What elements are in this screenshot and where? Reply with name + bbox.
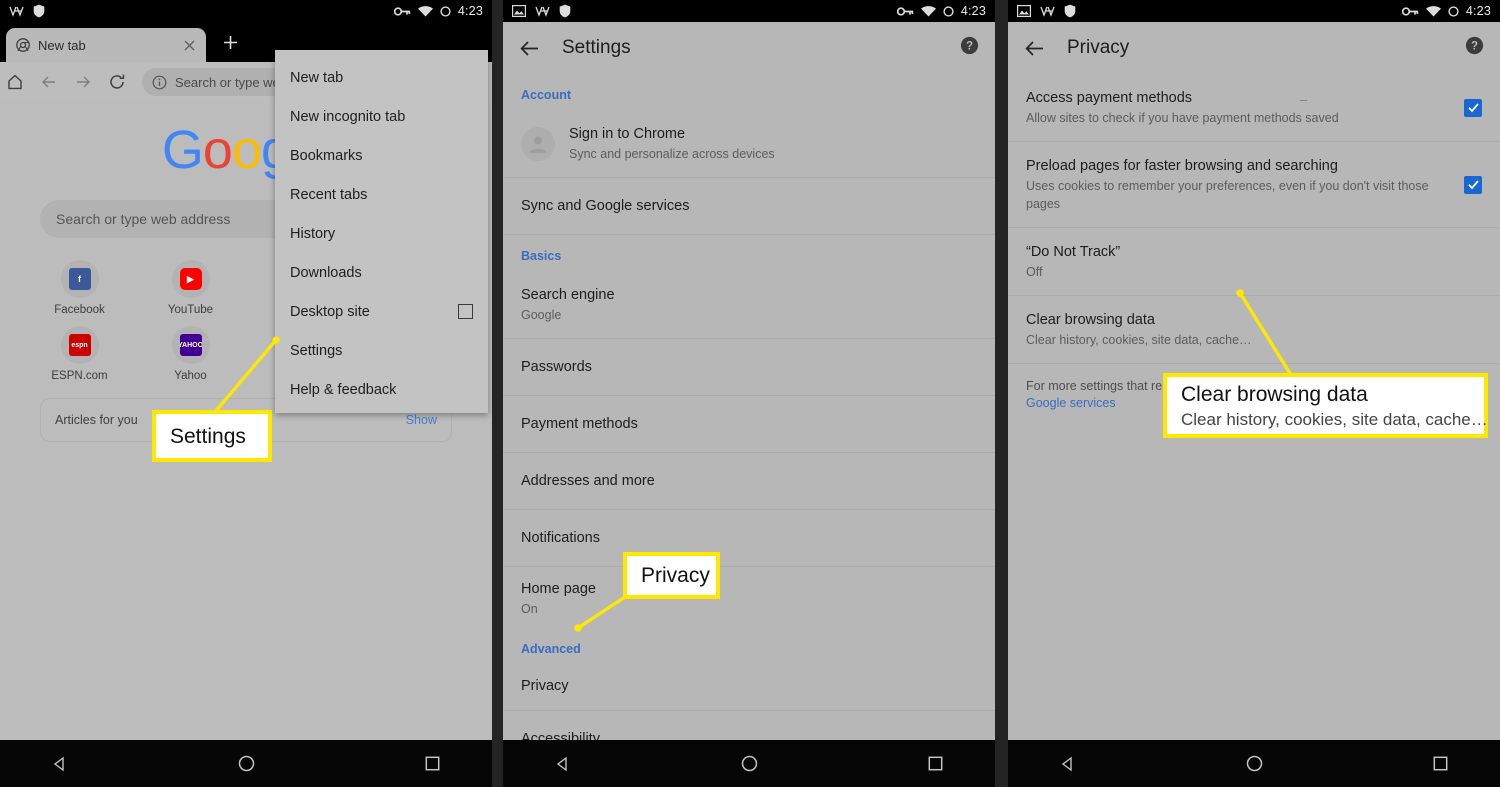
callout-clear-browsing-data: Clear browsing data Clear history, cooki… — [1163, 373, 1488, 438]
callout-leader-line — [574, 595, 626, 632]
phone-panel-chrome-newtab: 4:23 New tab Search or type web address … — [0, 0, 492, 787]
callout-privacy: Privacy — [623, 552, 720, 599]
phone-panel-settings: 4:23 Settings ? Account Sign in to Chrom… — [503, 0, 995, 787]
callout-subtitle: Clear history, cookies, site data, cache… — [1181, 409, 1488, 429]
callout-title: Privacy — [641, 564, 710, 587]
screenshot-root: 4:23 New tab Search or type web address … — [0, 0, 1500, 787]
phone-panel-privacy: 4:23 Privacy ? Access payment methods Al… — [1008, 0, 1500, 787]
callout-title: Settings — [170, 424, 246, 448]
callout-title: Clear browsing data — [1181, 382, 1368, 406]
callout-leader-line — [213, 336, 280, 414]
callout-settings: Settings — [152, 410, 272, 462]
